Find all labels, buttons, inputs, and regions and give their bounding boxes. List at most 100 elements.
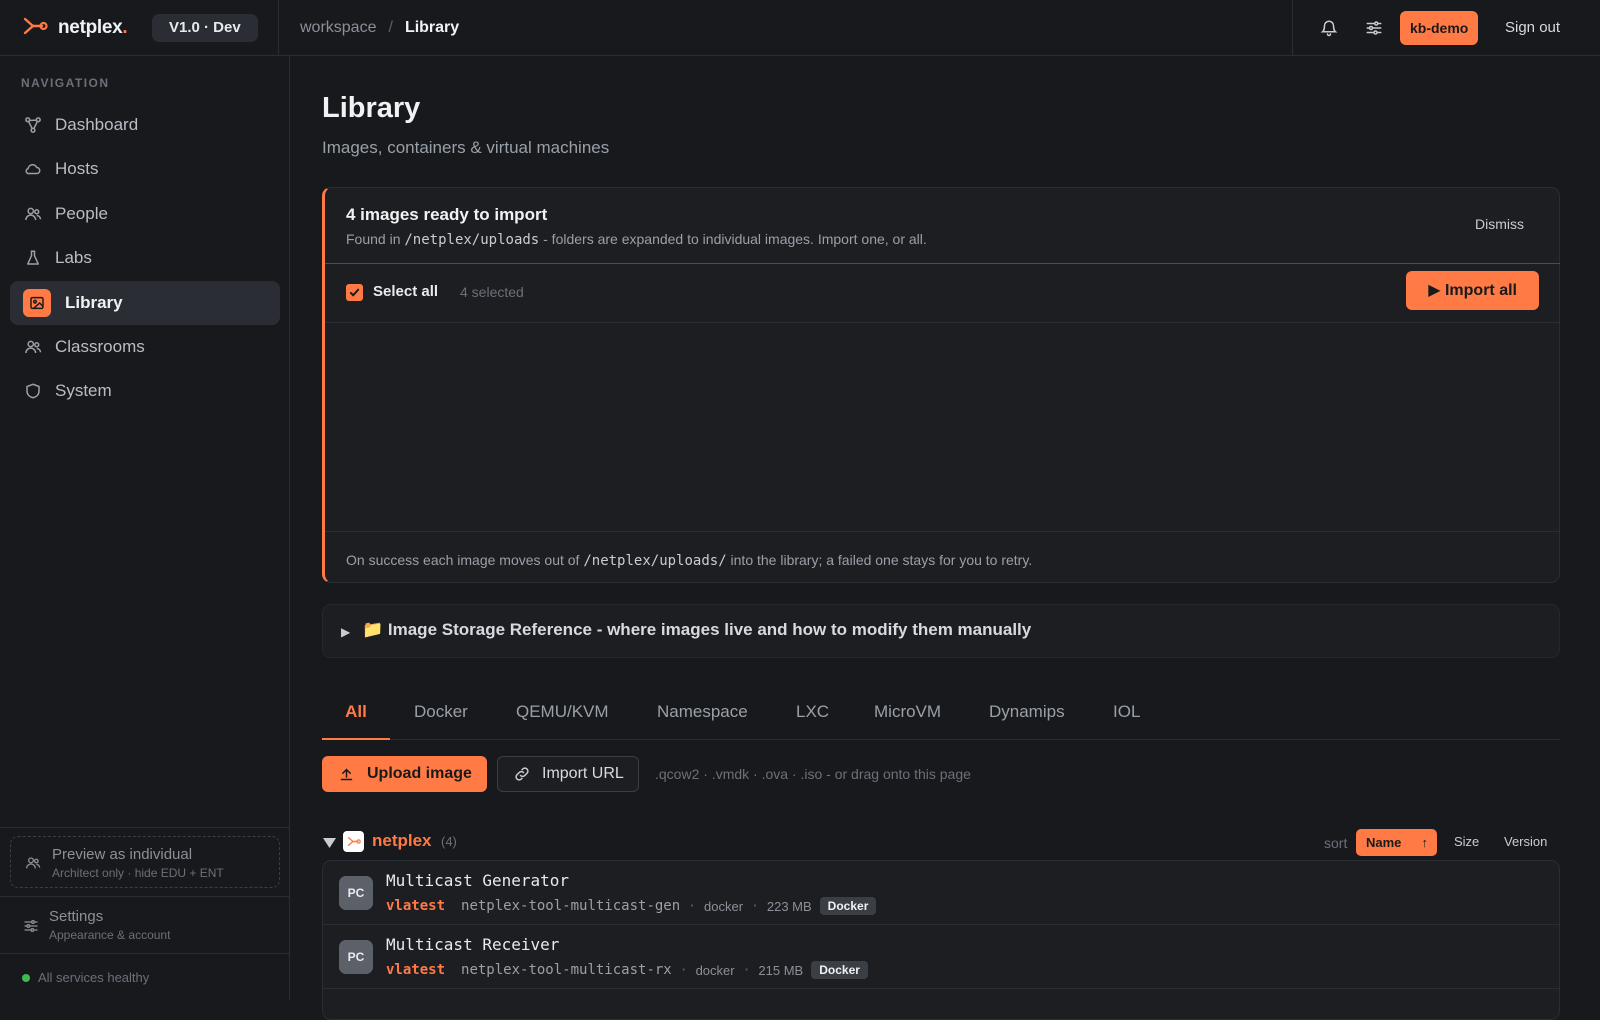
storage-reference-toggle[interactable]: ▶ 📁 Image Storage Reference - where imag… bbox=[322, 604, 1560, 658]
sort-by-name-button[interactable]: Name ↑ bbox=[1356, 829, 1437, 856]
brand[interactable]: netplex. bbox=[22, 14, 128, 42]
image-runtime: docker bbox=[695, 962, 735, 978]
tab-all[interactable]: All bbox=[322, 690, 390, 740]
sidebar-item-system[interactable]: System bbox=[10, 369, 280, 413]
sign-out-link[interactable]: Sign out bbox=[1505, 0, 1560, 56]
divider bbox=[0, 896, 290, 897]
sidebar-item-dashboard[interactable]: Dashboard bbox=[10, 103, 280, 147]
settings-link[interactable]: Settings Appearance & account bbox=[10, 908, 280, 952]
divider bbox=[325, 531, 1560, 532]
triangle-down-icon[interactable] bbox=[323, 835, 336, 853]
runtime-badge: Docker bbox=[811, 961, 868, 979]
divider bbox=[325, 322, 1560, 323]
image-name: Multicast Generator bbox=[386, 871, 570, 890]
sidebar-item-label: Dashboard bbox=[55, 115, 139, 134]
upload-hint: .qcow2 · .vmdk · .ova · .iso - or drag o… bbox=[655, 766, 971, 782]
select-all-label[interactable]: Select all bbox=[373, 283, 438, 300]
import-url-button[interactable]: Import URL bbox=[497, 756, 639, 792]
sliders-icon[interactable] bbox=[1362, 16, 1386, 40]
image-icon bbox=[23, 289, 51, 317]
sidebar-item-label: Classrooms bbox=[55, 337, 145, 356]
sort-by-size-button[interactable]: Size bbox=[1454, 834, 1479, 849]
list-item[interactable]: PC Multicast Generator vlatest netplex-t… bbox=[323, 861, 1559, 925]
image-name: Multicast Receiver bbox=[386, 935, 560, 954]
select-all-checkbox[interactable] bbox=[346, 284, 363, 301]
upload-image-button[interactable]: Upload image bbox=[322, 756, 487, 792]
import-description: Found in /netplex/uploads - folders are … bbox=[346, 231, 927, 248]
sliders-icon bbox=[23, 918, 39, 939]
sidebar-item-label: System bbox=[55, 381, 112, 400]
storage-reference-label: 📁 Image Storage Reference - where images… bbox=[362, 620, 1032, 639]
link-icon bbox=[515, 767, 529, 781]
arrow-up-icon: ↑ bbox=[1421, 835, 1429, 850]
runtime-tabs: All Docker QEMU/KVM Namespace LXC MicroV… bbox=[322, 690, 1560, 740]
tab-docker[interactable]: Docker bbox=[414, 690, 468, 740]
people-icon bbox=[23, 337, 43, 357]
sidebar: NAVIGATION Dashboard Hosts People Labs L… bbox=[0, 56, 290, 1000]
tab-qemu-kvm[interactable]: QEMU/KVM bbox=[516, 690, 609, 740]
sort-by-version-button[interactable]: Version bbox=[1504, 834, 1547, 849]
top-bar: netplex. V1.0 · Dev workspace / Library … bbox=[0, 0, 1600, 56]
breadcrumb-separator: / bbox=[388, 19, 393, 36]
image-version: vlatest bbox=[386, 962, 446, 978]
tab-lxc[interactable]: LXC bbox=[796, 690, 829, 740]
tab-iol[interactable]: IOL bbox=[1113, 690, 1140, 740]
version-badge[interactable]: V1.0 · Dev bbox=[152, 14, 258, 42]
dismiss-button[interactable]: Dismiss bbox=[1475, 216, 1524, 232]
shield-icon bbox=[23, 381, 43, 401]
avatar: PC bbox=[339, 940, 373, 974]
tab-microvm[interactable]: MicroVM bbox=[874, 690, 941, 740]
image-size: 223 MB bbox=[766, 898, 812, 914]
preview-title: Preview as individual bbox=[52, 846, 193, 863]
settings-title: Settings bbox=[49, 908, 104, 925]
tab-dynamips[interactable]: Dynamips bbox=[989, 690, 1065, 740]
list-item[interactable]: PC Multicast Receiver vlatest netplex-to… bbox=[323, 925, 1559, 989]
bell-icon[interactable] bbox=[1317, 16, 1341, 40]
sidebar-item-labs[interactable]: Labs bbox=[10, 236, 280, 280]
sidebar-item-label: Hosts bbox=[55, 159, 99, 178]
sidebar-item-library[interactable]: Library bbox=[10, 281, 280, 325]
user-button[interactable]: kb-demo bbox=[1400, 11, 1479, 45]
group-count: (4) bbox=[441, 834, 457, 849]
image-runtime: docker bbox=[704, 898, 744, 914]
import-panel: 4 images ready to import Found in /netpl… bbox=[322, 187, 1560, 583]
triangle-right-icon: ▶ bbox=[341, 625, 351, 639]
image-ref: netplex-tool-multicast-gen bbox=[461, 898, 681, 914]
flask-icon bbox=[23, 248, 43, 268]
image-meta: vlatest netplex-tool-multicast-rx · dock… bbox=[386, 961, 868, 979]
image-list: PC Multicast Generator vlatest netplex-t… bbox=[322, 860, 1560, 1020]
image-version: vlatest bbox=[386, 898, 446, 914]
import-url-label: Import URL bbox=[542, 765, 624, 782]
tab-namespace[interactable]: Namespace bbox=[657, 690, 748, 740]
status-dot-icon bbox=[22, 973, 30, 982]
runtime-badge: Docker bbox=[819, 897, 877, 915]
graph-icon bbox=[23, 115, 43, 135]
sidebar-item-label: Labs bbox=[55, 248, 92, 267]
preview-subtitle: Architect only · hide EDU + ENT bbox=[52, 866, 224, 880]
people-icon bbox=[25, 855, 41, 876]
upload-image-label: Upload image bbox=[367, 765, 472, 782]
sort-label: sort bbox=[1324, 835, 1348, 851]
nav-heading: NAVIGATION bbox=[21, 76, 110, 90]
divider bbox=[1292, 0, 1293, 56]
image-size: 215 MB bbox=[758, 962, 804, 978]
divider bbox=[0, 827, 290, 828]
health-status: All services healthy bbox=[22, 970, 149, 985]
group-header: netplex (4) sort Name ↑ Size Version bbox=[322, 826, 1560, 858]
sidebar-item-label: Library bbox=[65, 293, 123, 312]
cloud-icon bbox=[23, 159, 43, 179]
breadcrumb-workspace[interactable]: workspace bbox=[300, 19, 376, 37]
page-title: Library bbox=[322, 92, 421, 124]
breadcrumb-current: Library bbox=[404, 19, 460, 36]
import-all-button[interactable]: ▶ Import all bbox=[1406, 271, 1539, 310]
netplex-logo-icon bbox=[22, 16, 48, 41]
breadcrumb: workspace / Library bbox=[300, 0, 459, 56]
sidebar-item-people[interactable]: People bbox=[10, 192, 280, 236]
avatar: PC bbox=[339, 876, 373, 910]
check-icon bbox=[349, 288, 360, 297]
sidebar-item-classrooms[interactable]: Classrooms bbox=[10, 325, 280, 369]
preview-as-individual[interactable]: Preview as individual Architect only · h… bbox=[10, 836, 280, 888]
health-text: All services healthy bbox=[38, 970, 150, 985]
sidebar-item-hosts[interactable]: Hosts bbox=[10, 147, 280, 191]
import-footer-note: On success each image moves out of /netp… bbox=[346, 552, 1033, 569]
